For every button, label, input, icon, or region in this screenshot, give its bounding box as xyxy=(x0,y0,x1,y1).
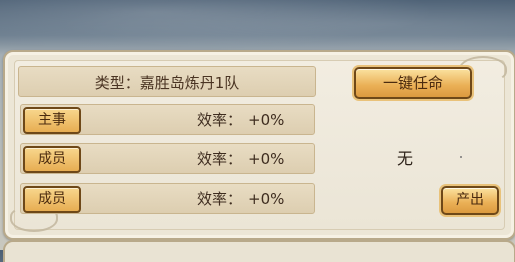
efficiency-value: +0% xyxy=(248,111,285,129)
role-button-member[interactable]: 成员 xyxy=(23,186,81,213)
produce-button[interactable]: 产出 xyxy=(441,186,499,215)
efficiency: 效率： +0% xyxy=(197,148,284,169)
efficiency-label: 效率： xyxy=(197,150,243,168)
team-type-row: 类型：嘉胜岛炼丹1队 xyxy=(18,66,316,97)
efficiency-value: +0% xyxy=(248,190,285,208)
efficiency-label: 效率： xyxy=(197,111,243,129)
efficiency: 效率： +0% xyxy=(197,188,284,209)
efficiency: 效率： +0% xyxy=(197,109,284,130)
next-panel-edge xyxy=(3,240,515,262)
member-row: 主事 效率： +0% xyxy=(20,104,315,135)
team-type-label: 类型：嘉胜岛炼丹1队 xyxy=(94,74,240,92)
one-click-appoint-button[interactable]: 一键任命 xyxy=(354,67,472,99)
efficiency-label: 效率： xyxy=(197,190,243,208)
role-button-member[interactable]: 成员 xyxy=(23,146,81,173)
member-row: 成员 效率： +0% xyxy=(20,183,315,214)
member-row: 成员 效率： +0% xyxy=(20,143,315,174)
output-empty-text: 无 xyxy=(397,149,414,168)
efficiency-value: +0% xyxy=(248,150,285,168)
role-button-leader[interactable]: 主事 xyxy=(23,107,81,134)
decorative-dot xyxy=(460,156,462,158)
